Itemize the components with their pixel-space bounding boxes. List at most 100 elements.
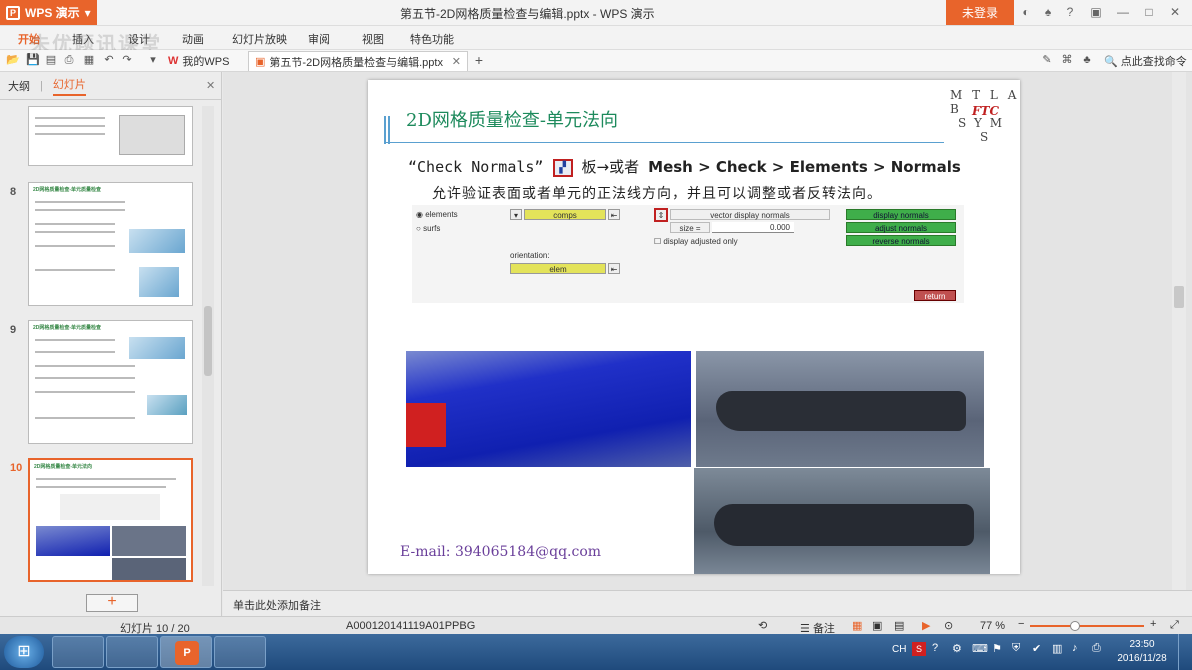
slide-number: 10 [10, 462, 23, 474]
tab-my-wps[interactable]: W 我的WPS [162, 51, 235, 71]
slides-panel: 大纲 | 幻灯片 ✕ 8 2D网格质量检查-单元质量检查 9 2D网格质量检查-… [0, 72, 222, 616]
redo-icon[interactable]: ↷ [120, 53, 134, 67]
maximize-icon[interactable]: □ [1141, 4, 1157, 20]
menu-features[interactable]: 特色功能 [410, 31, 454, 47]
open-icon[interactable]: 📂 [6, 53, 20, 67]
slide-thumbnail-9[interactable]: 2D网格质量检查-单元质量检查 [28, 320, 193, 444]
hypermesh-normals-panel: ◉ elements ○ surfs ▾ comps ⇤ ⇕ vector di… [412, 205, 964, 303]
new-tab-icon[interactable]: + [472, 53, 486, 67]
title-underline [384, 142, 944, 143]
thumbnail-scrollbar[interactable] [202, 106, 214, 586]
email-footer: E-mail: 394065184@qq.com [400, 544, 602, 560]
volume-icon[interactable]: ♪ [1072, 642, 1078, 654]
tab-slides[interactable]: 幻灯片 [52, 76, 86, 96]
display-adjusted-checkbox: ☐ display adjusted only [654, 237, 738, 246]
normals-vectors-image [696, 351, 984, 467]
template-id: A000120141119A01PPBG [346, 620, 476, 632]
print-icon[interactable]: ⎙ [62, 53, 76, 67]
input-language[interactable]: CH [892, 644, 906, 655]
paint-task[interactable] [214, 636, 266, 668]
slide-number: 9 [10, 324, 17, 336]
keyboard-icon[interactable]: ⌨ [972, 642, 988, 655]
play-icon[interactable]: ▶ [922, 619, 930, 632]
menu-slideshow[interactable]: 幻灯片放映 [232, 31, 287, 47]
printer-icon[interactable]: ⎙ [1092, 642, 1101, 655]
zoom-slider-thumb[interactable] [1070, 621, 1080, 631]
location-icon[interactable]: ⊙ [944, 619, 953, 632]
brush-icon[interactable]: ⌘ [1060, 53, 1074, 67]
explorer-task[interactable] [52, 636, 104, 668]
logo-text: S Y M [958, 116, 1005, 130]
pdf-icon[interactable]: ▤ [44, 53, 58, 67]
shirt-icon[interactable]: ♣ [1080, 53, 1094, 67]
slide-thumbnail-10[interactable]: 2D网格质量检查-单元法向 [28, 458, 193, 582]
size-label: size = [670, 222, 710, 233]
close-panel-icon[interactable]: ✕ [206, 79, 215, 92]
menu-view[interactable]: 视图 [362, 31, 384, 47]
blue-shell-mesh-image [406, 351, 691, 467]
wps-menu-button[interactable]: P WPS 演示 ▾ [0, 0, 97, 25]
command-name: “Check Normals” [408, 158, 544, 176]
slide-scrollbar[interactable] [1172, 72, 1186, 590]
checkbox-label: display adjusted only [663, 237, 738, 246]
slide[interactable]: 2D网格质量检查-单元法向 M T L A B FTC S Y M S “Che… [368, 80, 1020, 574]
vector-display-normals: vector display normals [670, 209, 830, 220]
app-name: WPS 演示 [25, 6, 80, 20]
help-icon[interactable]: ? [1062, 4, 1078, 20]
wps-w-icon: W [168, 55, 179, 67]
preview-icon[interactable]: ▦ [82, 53, 96, 67]
wps-logo-icon: P [6, 5, 20, 20]
tab-outline[interactable]: 大纲 [8, 78, 30, 94]
tab-document[interactable]: ▣ 第五节-2D网格质量检查与编辑.pptx ✕ [248, 51, 468, 71]
login-button[interactable]: 未登录 [946, 0, 1014, 25]
undo-icon[interactable]: ↶ [102, 53, 116, 67]
settings-icon[interactable]: ⚙ [952, 642, 962, 655]
wps-presentation-task[interactable]: P [160, 636, 212, 668]
reset-icon: ⇤ [608, 209, 620, 220]
menu-bar: 开始 插入 设计 动画 幻灯片放映 审阅 视图 特色功能 未优题讯课堂 [0, 26, 1192, 56]
shirt-icon[interactable]: ♠ [1040, 4, 1056, 20]
flag-icon[interactable]: ⚑ [992, 642, 1002, 655]
zoom-out-icon[interactable]: − [1018, 618, 1024, 630]
slide-sorter-icon[interactable]: ▣ [872, 619, 882, 632]
tab-label: 第五节-2D网格质量检查与编辑.pptx [269, 56, 443, 69]
hypermesh-task[interactable] [106, 636, 158, 668]
display-normals-button: display normals [846, 209, 956, 220]
normal-view-icon[interactable]: ▦ [852, 619, 862, 632]
ppt-file-icon: ▣ [255, 56, 266, 68]
security-icon[interactable]: ✔ [1032, 642, 1041, 655]
add-slide-button[interactable]: + [86, 594, 138, 612]
tab-separator: | [40, 79, 43, 92]
command-search[interactable]: 🔍 点此查找命令 [1104, 53, 1187, 69]
zoom-slider[interactable] [1030, 621, 1144, 631]
help-icon[interactable]: ? [932, 642, 938, 654]
zoom-level: 77 % [980, 620, 1006, 632]
menu-path: Mesh > Check > Elements > Normals [648, 158, 961, 176]
clock-time: 23:50 [1129, 639, 1155, 650]
skin-icon[interactable]: ◐ [1018, 4, 1034, 20]
shield-icon[interactable]: ⛨ [1012, 642, 1020, 655]
fit-window-icon[interactable]: ⤢ [1170, 619, 1179, 632]
system-clock[interactable]: 23:50 2016/11/28 [1112, 638, 1172, 666]
sogou-icon[interactable]: S [912, 642, 926, 656]
minimize-icon[interactable]: — [1115, 4, 1131, 20]
network-icon[interactable]: ▥ [1052, 642, 1062, 655]
slide-thumbnail-7[interactable] [28, 106, 193, 166]
start-button[interactable]: ⊞ [4, 636, 44, 668]
close-tab-icon[interactable]: ✕ [452, 55, 461, 68]
customize-icon[interactable]: ▾ [146, 53, 160, 67]
notes-area[interactable]: 单击此处添加备注 [223, 590, 1192, 616]
save-icon[interactable]: 💾 [26, 53, 40, 67]
menu-animation[interactable]: 动画 [182, 31, 204, 47]
close-icon[interactable]: ✕ [1167, 4, 1183, 20]
zoom-in-icon[interactable]: + [1150, 618, 1156, 630]
menu-review[interactable]: 审阅 [308, 31, 330, 47]
elem-selector: elem [510, 263, 606, 274]
tool-icon[interactable]: ✎ [1040, 53, 1054, 67]
reading-view-icon[interactable]: ▤ [894, 619, 904, 632]
history-icon[interactable]: ⟲ [758, 619, 767, 632]
slide-thumbnail-8[interactable]: 2D网格质量检查-单元质量检查 [28, 182, 193, 306]
feedback-icon[interactable]: ▣ [1088, 4, 1104, 20]
radio-elements: ◉ elements [416, 210, 458, 219]
show-desktop-button[interactable] [1178, 634, 1192, 670]
